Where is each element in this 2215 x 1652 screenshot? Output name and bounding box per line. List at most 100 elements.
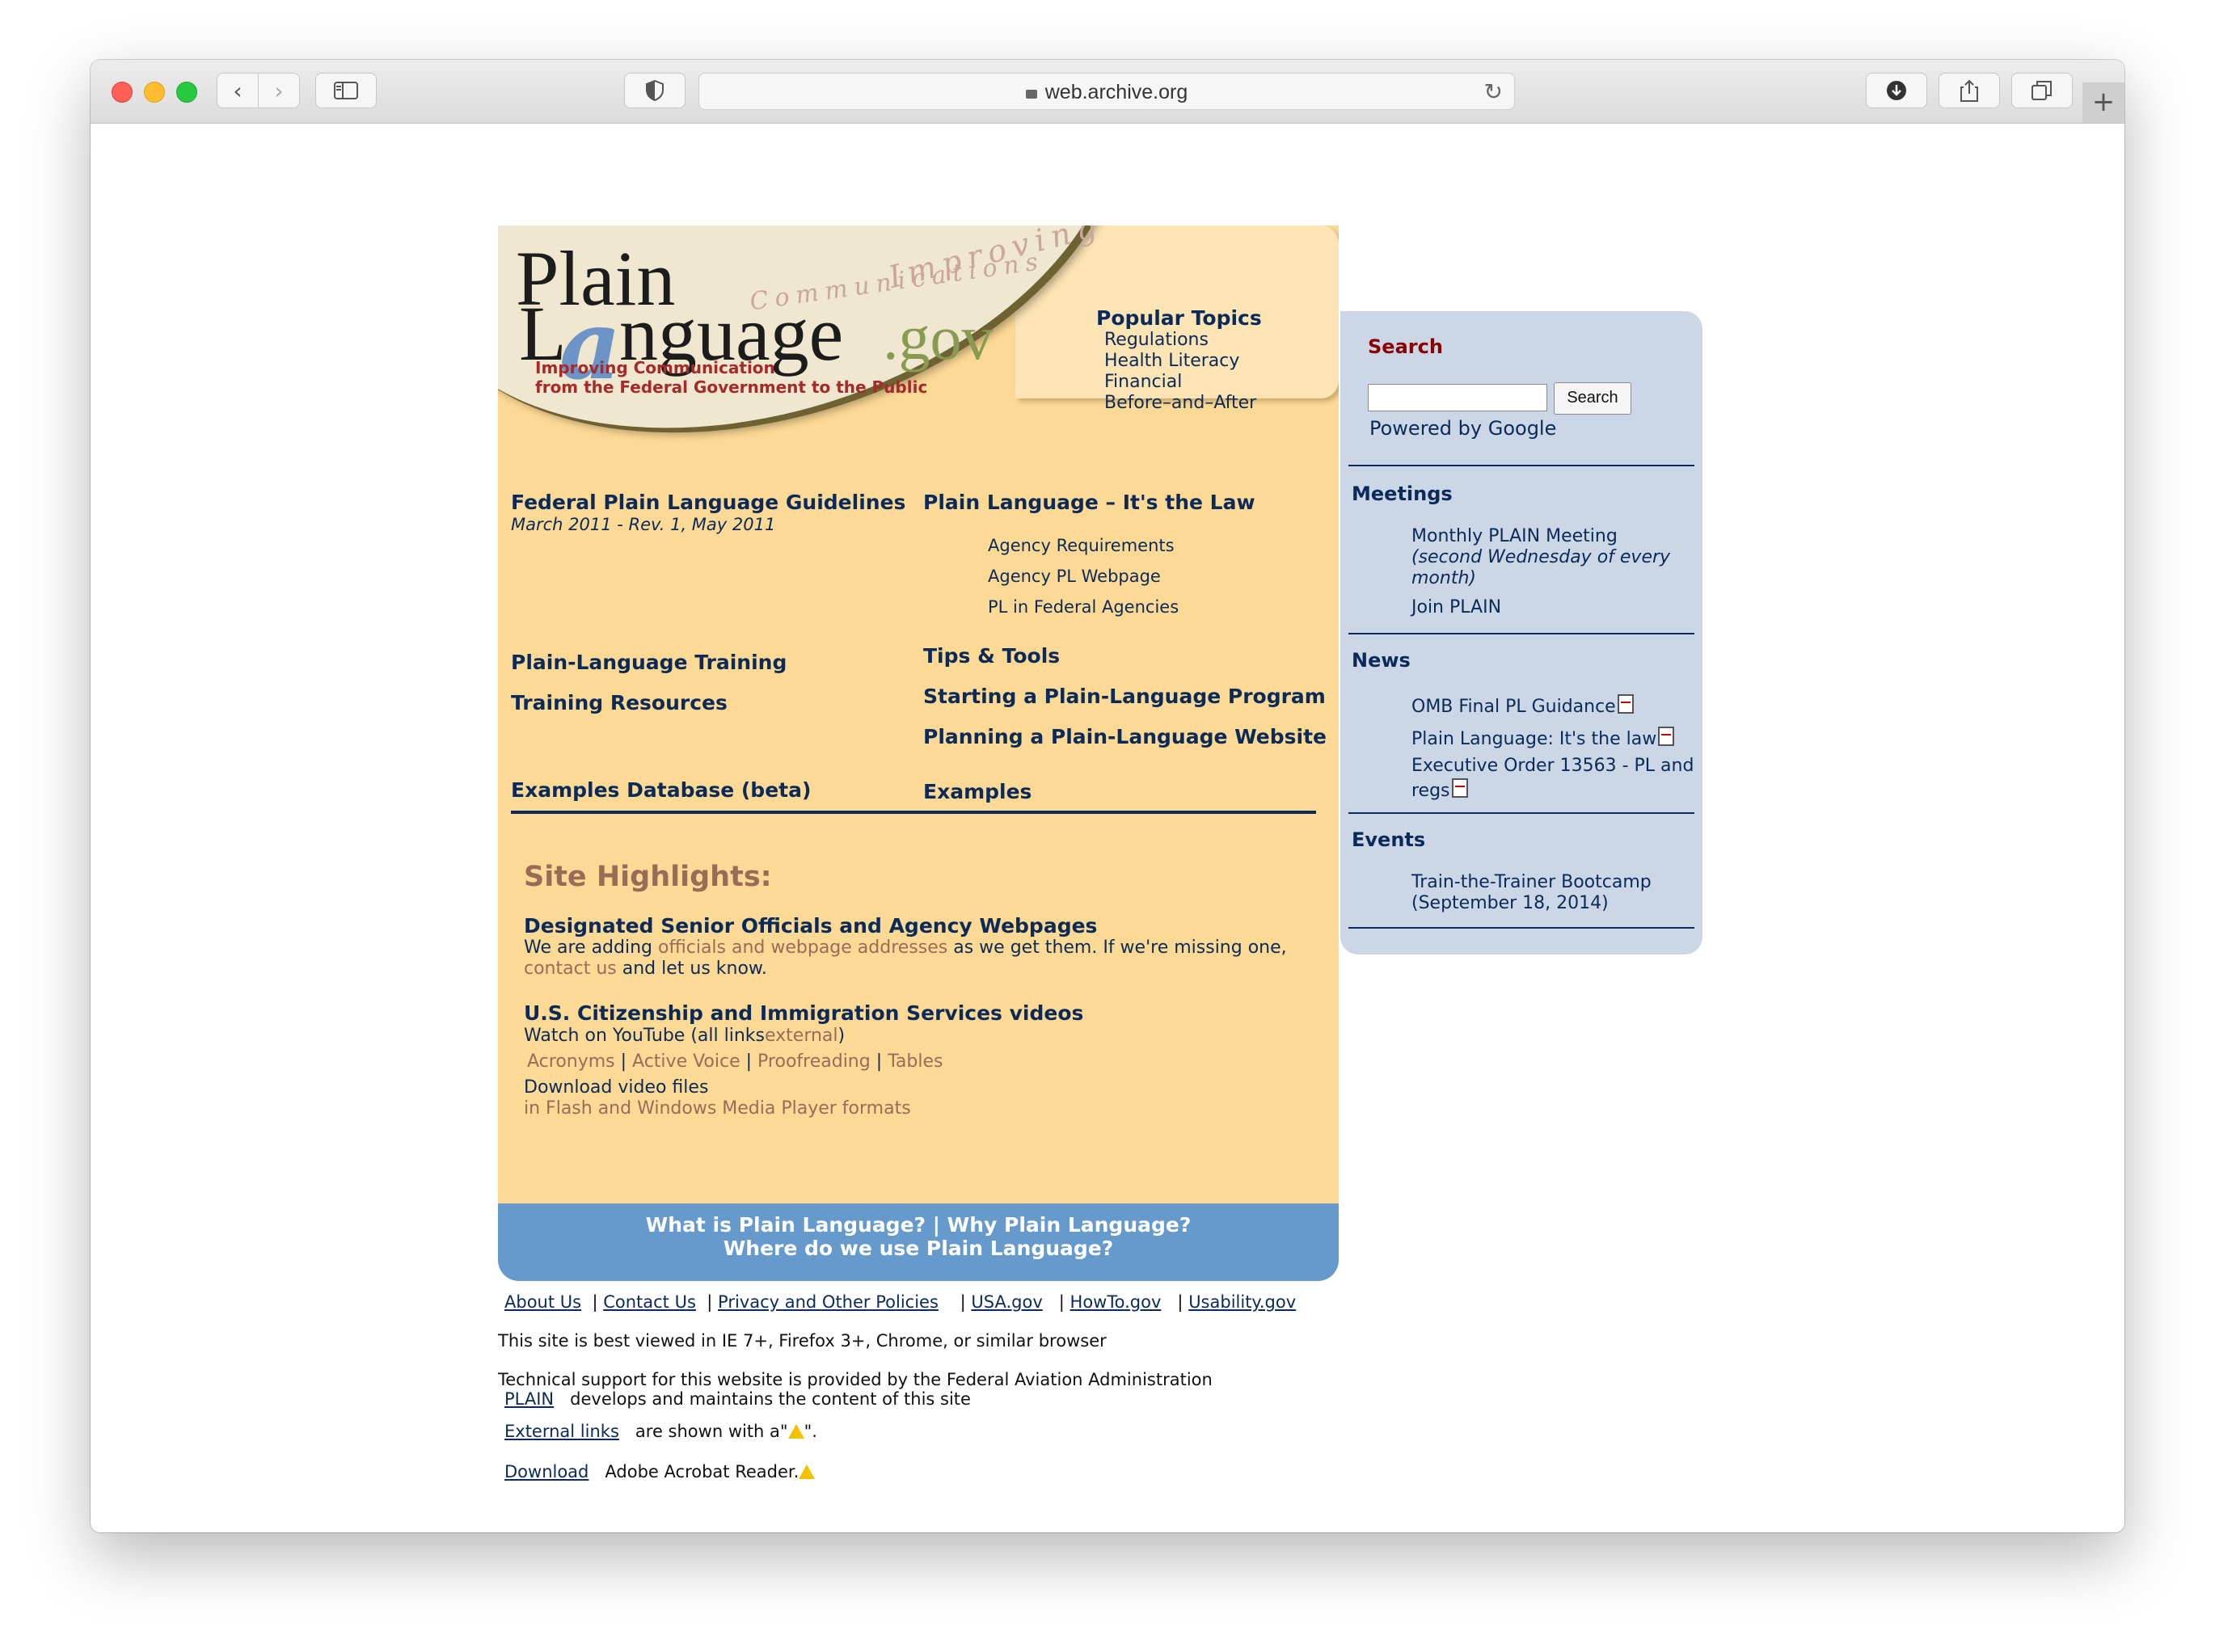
warning-icon — [799, 1464, 816, 1479]
pdf-icon — [1617, 694, 1634, 714]
news-item-omb[interactable]: OMB Final PL Guidance — [1411, 693, 1634, 718]
plain-language-band: What is Plain Language? | Why Plain Lang… — [498, 1203, 1339, 1281]
acrobat-note: Download Adobe Acrobat Reader. — [504, 1462, 816, 1481]
what-is-plain-language-link[interactable]: What is Plain Language? — [646, 1213, 926, 1237]
uscis-videos-heading[interactable]: U.S. Citizenship and Immigration Service… — [524, 1001, 1083, 1025]
privacy-report-button[interactable] — [624, 73, 686, 108]
senior-officials-text-line2: contact us and let us know. — [524, 959, 767, 979]
guidelines-link[interactable]: Federal Plain Language Guidelines — [511, 491, 905, 514]
popular-topic-regulations[interactable]: Regulations — [1104, 330, 1262, 351]
forward-button[interactable]: › — [258, 73, 300, 108]
external-links-note: External links are shown with a" ". — [504, 1422, 817, 1441]
sidebar-divider-4 — [1348, 927, 1694, 929]
plus-icon: + — [2091, 86, 2116, 118]
address-bar[interactable]: web.archive.org ↻ — [698, 73, 1515, 110]
footer-sep: | — [1058, 1292, 1065, 1312]
pdf-icon — [1451, 778, 1468, 798]
share-icon — [1960, 79, 1978, 102]
browser-toolbar: ‹ › web.archive.org ↻ + — [91, 60, 2124, 124]
reload-icon[interactable]: ↻ — [1484, 78, 1503, 105]
zoom-window-button[interactable] — [176, 82, 197, 103]
external-links-link[interactable]: External links — [504, 1422, 619, 1441]
monthly-meeting-link[interactable]: Monthly PLAIN Meeting — [1411, 526, 1618, 547]
plain-note-text: develops and maintains the content of th… — [570, 1389, 971, 1409]
plain-note: PLAIN develops and maintains the content… — [504, 1389, 971, 1409]
video-proofreading-link[interactable]: Proofreading — [757, 1051, 871, 1072]
sidebar-toggle-button[interactable] — [315, 73, 377, 108]
page-content: Improving Communications Plain L a nguag… — [91, 124, 2124, 1532]
footer-sep: | — [592, 1292, 598, 1312]
agency-requirements-link[interactable]: Agency Requirements — [988, 536, 1175, 555]
usability-gov-link[interactable]: Usability.gov — [1188, 1292, 1296, 1312]
officials-addresses-link[interactable]: officials and webpage addresses — [658, 938, 947, 958]
tips-tools-link[interactable]: Tips & Tools — [923, 644, 1060, 668]
site-logo[interactable]: Improving Communications Plain L a nguag… — [498, 225, 1106, 411]
youtube-line: Watch on YouTube (all linksexternal) — [524, 1026, 845, 1046]
howto-gov-link[interactable]: HowTo.gov — [1070, 1292, 1162, 1312]
plain-link[interactable]: PLAIN — [504, 1389, 554, 1409]
popular-topics-heading: Popular Topics — [1096, 306, 1262, 330]
tab-overview-button[interactable] — [2011, 73, 2073, 108]
news-item-law[interactable]: Plain Language: It's the law — [1411, 725, 1675, 750]
contact-us-link[interactable]: Contact Us — [603, 1292, 696, 1312]
video-active-voice-link[interactable]: Active Voice — [632, 1051, 740, 1072]
senior-officials-text-b: as we get them. If we're missing one, — [953, 938, 1287, 958]
training-resources-link[interactable]: Training Resources — [511, 691, 728, 714]
external-link[interactable]: external — [765, 1026, 838, 1046]
usa-gov-link[interactable]: USA.gov — [971, 1292, 1042, 1312]
news-item-eo[interactable]: Executive Order 13563 - PL and regs — [1411, 756, 1702, 802]
minimize-window-button[interactable] — [144, 82, 165, 103]
video-acronyms-link[interactable]: Acronyms — [527, 1051, 615, 1072]
news-item-omb-label: OMB Final PL Guidance — [1411, 697, 1616, 717]
close-window-button[interactable] — [112, 82, 133, 103]
sidebar-divider-1 — [1348, 465, 1694, 466]
footer-links: About Us | Contact Us | Privacy and Othe… — [504, 1292, 1296, 1312]
video-tables-link[interactable]: Tables — [888, 1051, 943, 1072]
event-bootcamp-link[interactable]: Train-the-Trainer Bootcamp — [1411, 872, 1652, 893]
law-link[interactable]: Plain Language – It's the Law — [923, 491, 1255, 514]
planning-website-link[interactable]: Planning a Plain-Language Website — [923, 725, 1327, 748]
search-button[interactable]: Search — [1554, 382, 1631, 415]
where-use-plain-language-link[interactable]: Where do we use Plain Language? — [498, 1237, 1339, 1260]
back-button[interactable]: ‹ — [217, 73, 259, 108]
download-acrobat-link[interactable]: Download — [504, 1462, 589, 1481]
popular-topics: Popular Topics Regulations Health Litera… — [1096, 306, 1262, 414]
senior-officials-text-a: We are adding — [524, 938, 652, 958]
join-plain-link[interactable]: Join PLAIN — [1411, 597, 1501, 618]
about-us-link[interactable]: About Us — [504, 1292, 581, 1312]
browser-note: This site is best viewed in IE 7+, Firef… — [498, 1331, 1107, 1351]
video-formats-link[interactable]: in Flash and Windows Media Player format… — [524, 1098, 911, 1119]
warning-icon — [787, 1424, 804, 1439]
senior-officials-heading[interactable]: Designated Senior Officials and Agency W… — [524, 914, 1097, 938]
popular-topic-health-literacy[interactable]: Health Literacy — [1104, 351, 1262, 372]
url-text: web.archive.org — [1044, 81, 1188, 103]
pl-federal-agencies-link[interactable]: PL in Federal Agencies — [988, 597, 1179, 617]
powered-by-google: Powered by Google — [1369, 417, 1557, 440]
downloads-button[interactable] — [1866, 73, 1927, 108]
popular-topic-before-after[interactable]: Before–and–After — [1104, 393, 1262, 414]
external-note-text-a: are shown with a" — [635, 1422, 788, 1441]
examples-database-link[interactable]: Examples Database (beta) — [511, 778, 811, 802]
youtube-text-a: Watch on YouTube (all links — [524, 1026, 765, 1046]
starting-program-link[interactable]: Starting a Plain-Language Program — [923, 685, 1326, 708]
band-line1: What is Plain Language? | Why Plain Lang… — [498, 1213, 1339, 1237]
contact-us-inline-link[interactable]: contact us — [524, 959, 617, 979]
why-plain-language-link[interactable]: Why Plain Language? — [947, 1213, 1192, 1237]
meeting-schedule-note: (second Wednesday of every month) — [1411, 547, 1671, 588]
senior-officials-text-line1: We are adding officials and webpage addr… — [524, 938, 1287, 958]
examples-link[interactable]: Examples — [923, 780, 1032, 803]
search-input[interactable] — [1368, 384, 1547, 411]
chevron-left-icon: ‹ — [233, 77, 243, 104]
training-link[interactable]: Plain-Language Training — [511, 651, 787, 674]
privacy-policies-link[interactable]: Privacy and Other Policies — [718, 1292, 939, 1312]
share-button[interactable] — [1939, 73, 2000, 108]
footer-sep: | — [1177, 1292, 1183, 1312]
browser-window: ‹ › web.archive.org ↻ + Improving Commun… — [91, 60, 2124, 1532]
popular-topic-financial[interactable]: Financial — [1104, 372, 1262, 393]
logo-tagline: Improving Communication from the Federal… — [535, 358, 927, 397]
sidebar-divider-3 — [1348, 812, 1694, 814]
new-tab-button[interactable]: + — [2082, 82, 2124, 123]
news-item-law-label: Plain Language: It's the law — [1411, 729, 1657, 749]
download-video-text: Download video files — [524, 1077, 709, 1098]
agency-pl-webpage-link[interactable]: Agency PL Webpage — [988, 567, 1161, 586]
